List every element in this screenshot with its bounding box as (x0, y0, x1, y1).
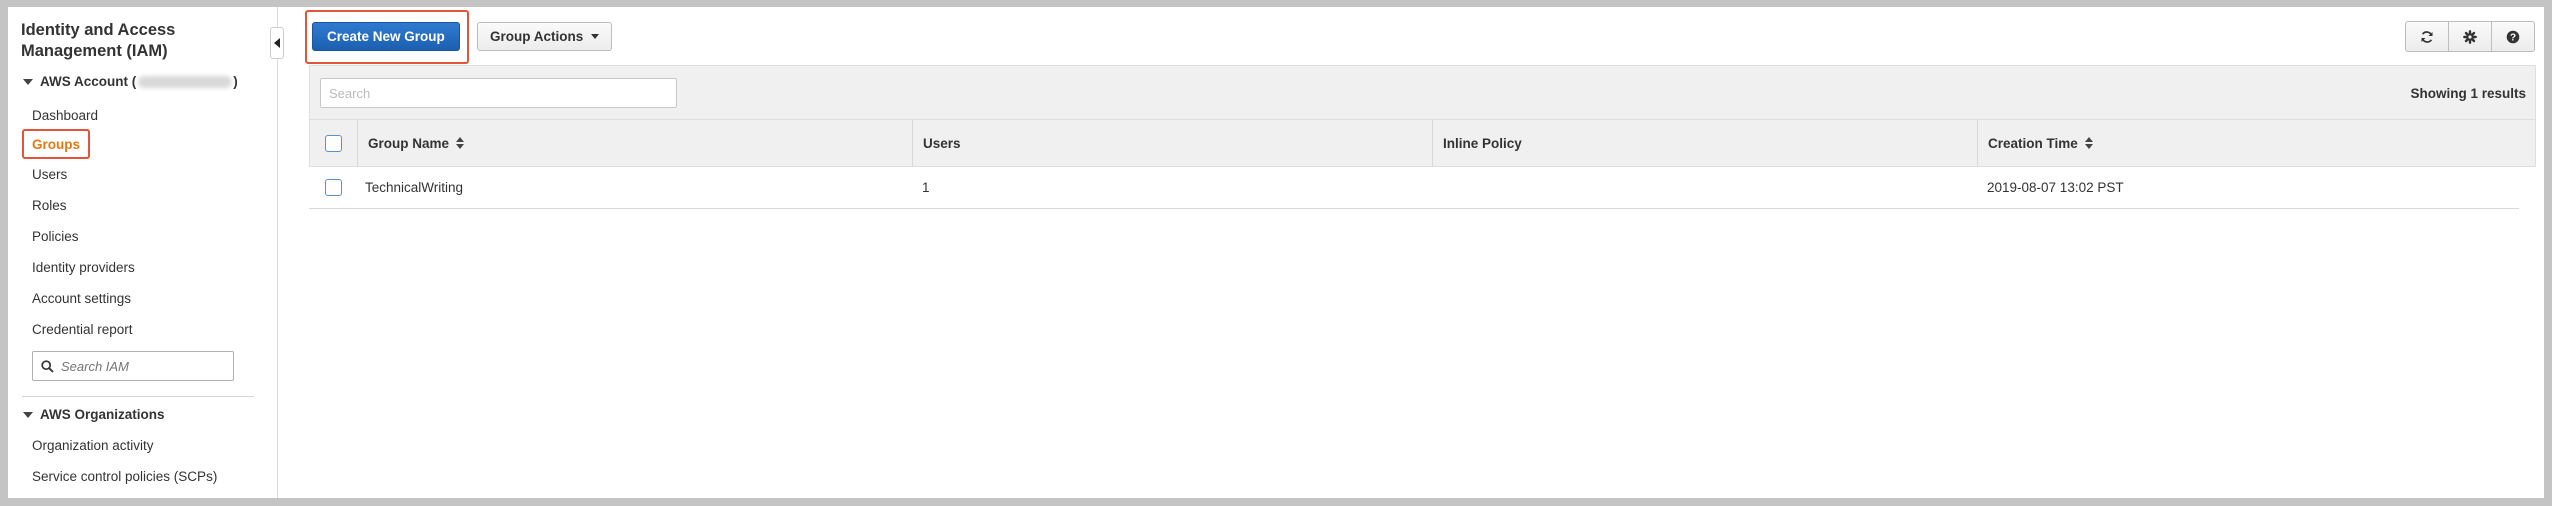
help-button[interactable]: ? (2491, 21, 2535, 52)
search-iam-input[interactable] (61, 358, 221, 374)
iam-console-window: Identity and Access Management (IAM) AWS… (8, 7, 2544, 498)
cell-group-name: TechnicalWriting (357, 167, 912, 208)
sort-icon (2084, 137, 2093, 149)
aws-organizations-section[interactable]: AWS Organizations (21, 407, 165, 422)
sort-icon (456, 137, 465, 149)
sidebar: Identity and Access Management (IAM) AWS… (8, 7, 278, 498)
create-new-group-button[interactable]: Create New Group (312, 22, 460, 51)
cell-users: 1 (922, 180, 930, 195)
column-header-inline-policy: Inline Policy (1433, 120, 1978, 166)
sidebar-item-scps[interactable]: Service control policies (SCPs) (32, 469, 217, 484)
cell-inline-policy (1432, 167, 1977, 208)
column-label: Group Name (368, 135, 450, 151)
caret-down-icon (591, 34, 600, 39)
column-header-group-name[interactable]: Group Name (358, 120, 913, 166)
sidebar-item-users[interactable]: Users (32, 167, 67, 182)
filter-bar: Showing 1 results (309, 65, 2536, 120)
aws-account-section[interactable]: AWS Account ( ) (21, 74, 238, 89)
caret-down-icon (23, 411, 33, 418)
column-header-creation-time[interactable]: Creation Time (1978, 120, 2535, 166)
column-label: Creation Time (1988, 135, 2078, 151)
refresh-icon (2421, 30, 2433, 43)
row-checkbox-cell (309, 167, 357, 208)
column-label: Inline Policy (1443, 135, 1522, 151)
group-name-link[interactable]: TechnicalWriting (365, 180, 463, 195)
row-checkbox[interactable] (324, 179, 342, 196)
account-label: AWS Account ( (40, 74, 137, 89)
group-actions-button[interactable]: Group Actions (477, 22, 613, 51)
refresh-button[interactable] (2405, 21, 2449, 52)
help-icon: ? (2506, 30, 2520, 43)
group-actions-label: Group Actions (490, 29, 584, 44)
gear-icon (2463, 29, 2477, 44)
select-all-checkbox[interactable] (325, 134, 342, 152)
search-input[interactable] (320, 78, 677, 108)
table-header: Group Name Users Inline Policy Creation … (309, 120, 2536, 167)
svg-text:?: ? (2510, 32, 2516, 43)
sidebar-item-credential-report[interactable]: Credential report (32, 322, 133, 337)
column-label: Users (923, 135, 961, 151)
org-section-label: AWS Organizations (40, 407, 165, 422)
sidebar-item-identity-providers[interactable]: Identity providers (32, 260, 135, 275)
column-header-users: Users (913, 120, 1433, 166)
caret-down-icon (23, 78, 33, 85)
settings-button[interactable] (2448, 21, 2492, 52)
search-icon (41, 359, 54, 373)
sidebar-item-organization-activity[interactable]: Organization activity (32, 438, 154, 453)
sidebar-item-account-settings[interactable]: Account settings (32, 291, 131, 306)
sidebar-divider (22, 396, 254, 397)
account-id-redacted (138, 75, 233, 88)
main-content: Create New Group Group Actions ? Search … (279, 7, 2544, 498)
cell-creation-time: 2019-08-07 13:02 PST (1987, 180, 2124, 195)
results-count: Showing 1 results (2410, 86, 2526, 101)
header-checkbox-cell (310, 120, 358, 166)
sidebar-item-dashboard[interactable]: Dashboard (32, 108, 98, 123)
app-title: Identity and Access Management (IAM) (21, 21, 176, 60)
sidebar-search[interactable] (32, 351, 234, 381)
sidebar-item-roles[interactable]: Roles (32, 198, 67, 213)
account-suffix: ) (233, 74, 238, 89)
sidebar-item-policies[interactable]: Policies (32, 229, 79, 244)
toolbar-icon-group: ? (2405, 21, 2535, 52)
table-row[interactable]: TechnicalWriting 1 2019-08-07 13:02 PST (309, 167, 2519, 209)
groups-highlight-box (22, 129, 90, 159)
